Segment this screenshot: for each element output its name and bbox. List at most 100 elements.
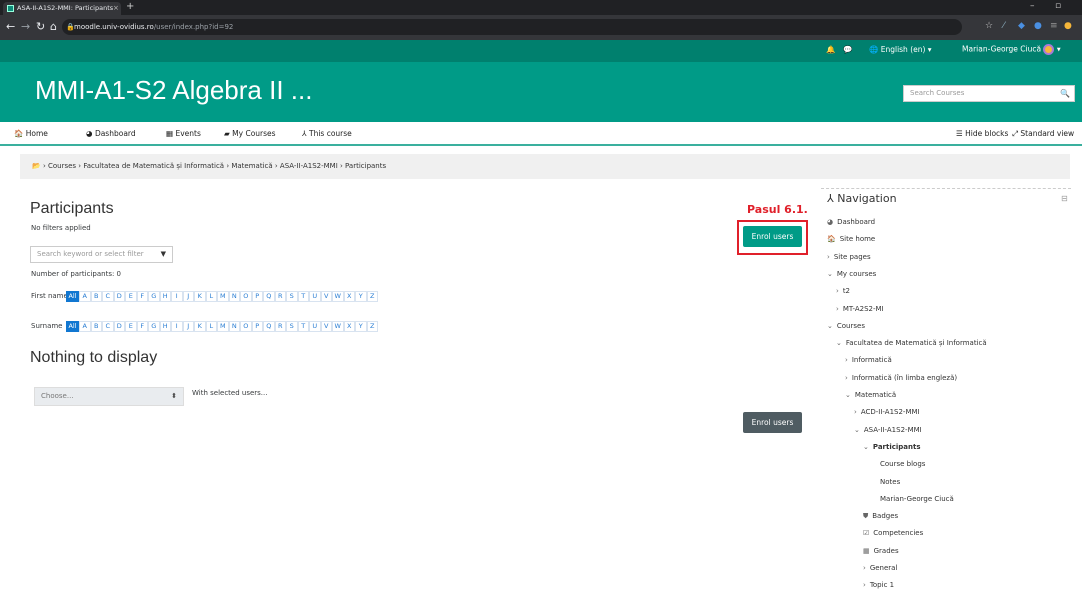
language-menu[interactable]: 🌐 English (en) ▾ bbox=[869, 45, 932, 54]
extension-icon[interactable]: ● bbox=[1034, 21, 1042, 31]
home-browser-icon[interactable]: ⌂ bbox=[50, 20, 57, 33]
search-courses-input[interactable]: Search Courses 🔍 bbox=[903, 85, 1075, 102]
surname-filter-letter[interactable]: L bbox=[205, 321, 217, 332]
first-name-filter-letter[interactable]: E bbox=[125, 291, 137, 302]
restore-icon[interactable]: ▫ bbox=[1055, 1, 1061, 11]
first-name-filter-letter[interactable]: F bbox=[136, 291, 148, 302]
surname-filter-letter[interactable]: H bbox=[159, 321, 171, 332]
surname-filter-letter[interactable]: G bbox=[148, 321, 160, 332]
surname-filter-letter[interactable]: Z bbox=[366, 321, 378, 332]
first-name-filter-letter[interactable]: G bbox=[148, 291, 160, 302]
extension-icon[interactable]: ◆ bbox=[1018, 21, 1025, 31]
nav-item[interactable]: › Informatică bbox=[845, 356, 892, 364]
surname-filter-letter[interactable]: T bbox=[297, 321, 309, 332]
first-name-filter-letter[interactable]: O bbox=[240, 291, 252, 302]
nav-item[interactable]: › Topic 1 bbox=[863, 581, 894, 589]
nav-item[interactable]: › t2 bbox=[836, 287, 850, 295]
profile-icon[interactable]: ● bbox=[1064, 21, 1072, 31]
first-name-filter-letter[interactable]: H bbox=[159, 291, 171, 302]
nav-item[interactable]: ⌄ Participants bbox=[863, 443, 921, 451]
messages-icon[interactable]: 💬 bbox=[843, 45, 852, 54]
forward-icon[interactable]: → bbox=[21, 20, 30, 33]
nav-item[interactable]: › Site pages bbox=[827, 253, 871, 261]
nav-item[interactable]: Marian-George Ciucă bbox=[872, 495, 954, 503]
surname-filter-letter[interactable]: W bbox=[332, 321, 344, 332]
surname-filter-letter[interactable]: J bbox=[182, 321, 194, 332]
menu-my-courses[interactable]: ▰ My Courses bbox=[224, 129, 276, 138]
first-name-filter-letter[interactable]: Z bbox=[366, 291, 378, 302]
bookmark-star-icon[interactable]: ☆ bbox=[985, 21, 993, 31]
first-name-filter-letter[interactable]: P bbox=[251, 291, 263, 302]
surname-filter-letter[interactable]: D bbox=[113, 321, 125, 332]
nav-item[interactable]: ⌄ ASA-II-A1S2-MMI bbox=[854, 426, 922, 434]
first-name-filter-letter[interactable]: L bbox=[205, 291, 217, 302]
hide-blocks-button[interactable]: ☰ Hide blocks bbox=[956, 129, 1008, 138]
new-tab-button[interactable]: + bbox=[126, 1, 134, 12]
surname-filter-letter[interactable]: P bbox=[251, 321, 263, 332]
surname-filter-letter[interactable]: M bbox=[217, 321, 229, 332]
nav-item[interactable]: Notes bbox=[872, 478, 900, 486]
back-icon[interactable]: ← bbox=[6, 20, 15, 33]
menu-home[interactable]: 🏠 Home bbox=[14, 129, 48, 138]
surname-filter-letter[interactable]: U bbox=[309, 321, 321, 332]
nav-item[interactable]: ☑ Competencies bbox=[863, 529, 923, 537]
surname-filter-letter[interactable]: R bbox=[274, 321, 286, 332]
menu-events[interactable]: ▦ Events bbox=[166, 129, 201, 138]
nav-item[interactable]: › General bbox=[863, 564, 897, 572]
first-name-filter-letter[interactable]: Y bbox=[355, 291, 367, 302]
extension-icon[interactable]: ⁄ bbox=[1003, 21, 1005, 31]
search-icon[interactable]: 🔍 bbox=[1060, 86, 1070, 101]
first-name-filter-letter[interactable]: N bbox=[228, 291, 240, 302]
user-menu[interactable]: Marian-George Ciucă ▾ bbox=[962, 44, 1061, 55]
first-name-filter-letter[interactable]: X bbox=[343, 291, 355, 302]
nav-item[interactable]: › Informatică (în limba engleză) bbox=[845, 374, 957, 382]
enrol-users-button[interactable]: Enrol users bbox=[743, 226, 802, 247]
folder-icon[interactable]: 📂 bbox=[32, 162, 41, 170]
first-name-filter-letter[interactable]: T bbox=[297, 291, 309, 302]
first-name-filter-letter[interactable]: K bbox=[194, 291, 206, 302]
first-name-filter-letter[interactable]: D bbox=[113, 291, 125, 302]
surname-filter-letter[interactable]: A bbox=[79, 321, 91, 332]
surname-filter-letter[interactable]: S bbox=[286, 321, 298, 332]
nav-item[interactable]: 🏠 Site home bbox=[827, 235, 875, 243]
reload-icon[interactable]: ↻ bbox=[36, 20, 45, 33]
browser-tab[interactable]: ASA-II-A1S2-MMI: Participants × bbox=[3, 2, 121, 15]
minimize-icon[interactable]: – bbox=[1030, 1, 1035, 11]
close-tab-icon[interactable]: × bbox=[113, 2, 119, 15]
nav-item[interactable]: ⛊ Badges bbox=[863, 512, 898, 521]
surname-filter-letter[interactable]: B bbox=[90, 321, 102, 332]
nav-item[interactable]: ⌄ Courses bbox=[827, 322, 865, 330]
first-name-filter-letter[interactable]: W bbox=[332, 291, 344, 302]
nav-item[interactable]: Course blogs bbox=[872, 460, 925, 468]
surname-filter-letter[interactable]: E bbox=[125, 321, 137, 332]
nav-item[interactable]: ▦ Grades bbox=[863, 547, 899, 555]
first-name-filter-letter[interactable]: Q bbox=[263, 291, 275, 302]
menu-this-course[interactable]: ⅄ This course bbox=[302, 129, 352, 138]
surname-filter-all[interactable]: All bbox=[66, 321, 79, 332]
breadcrumb-item[interactable]: Matematică bbox=[231, 162, 272, 170]
surname-filter-letter[interactable]: V bbox=[320, 321, 332, 332]
breadcrumb-item[interactable]: Participants bbox=[345, 162, 386, 170]
nav-item[interactable]: ⌄ Facultatea de Matematică și Informatică bbox=[836, 339, 987, 347]
surname-filter-letter[interactable]: F bbox=[136, 321, 148, 332]
breadcrumb-item[interactable]: Facultatea de Matematică și Informatică bbox=[83, 162, 224, 170]
bulk-action-select[interactable]: Choose... ⬍ bbox=[34, 387, 184, 406]
breadcrumb-item[interactable]: Courses bbox=[48, 162, 76, 170]
first-name-filter-letter[interactable]: B bbox=[90, 291, 102, 302]
surname-filter-letter[interactable]: X bbox=[343, 321, 355, 332]
nav-item[interactable]: ⌄ My courses bbox=[827, 270, 876, 278]
surname-filter-letter[interactable]: N bbox=[228, 321, 240, 332]
first-name-filter-letter[interactable]: R bbox=[274, 291, 286, 302]
notifications-bell-icon[interactable]: 🔔 bbox=[826, 45, 835, 54]
surname-filter-letter[interactable]: K bbox=[194, 321, 206, 332]
surname-filter-letter[interactable]: I bbox=[171, 321, 183, 332]
surname-filter-letter[interactable]: Q bbox=[263, 321, 275, 332]
first-name-filter-letter[interactable]: M bbox=[217, 291, 229, 302]
first-name-filter-letter[interactable]: I bbox=[171, 291, 183, 302]
first-name-filter-letter[interactable]: A bbox=[79, 291, 91, 302]
first-name-filter-letter[interactable]: V bbox=[320, 291, 332, 302]
enrol-users-button-bottom[interactable]: Enrol users bbox=[743, 412, 802, 433]
nav-item[interactable]: › MT-A2S2-MI bbox=[836, 305, 884, 313]
nav-item[interactable]: ◕ Dashboard bbox=[827, 218, 875, 226]
nav-item[interactable]: › ACD-II-A1S2-MMI bbox=[854, 408, 920, 416]
